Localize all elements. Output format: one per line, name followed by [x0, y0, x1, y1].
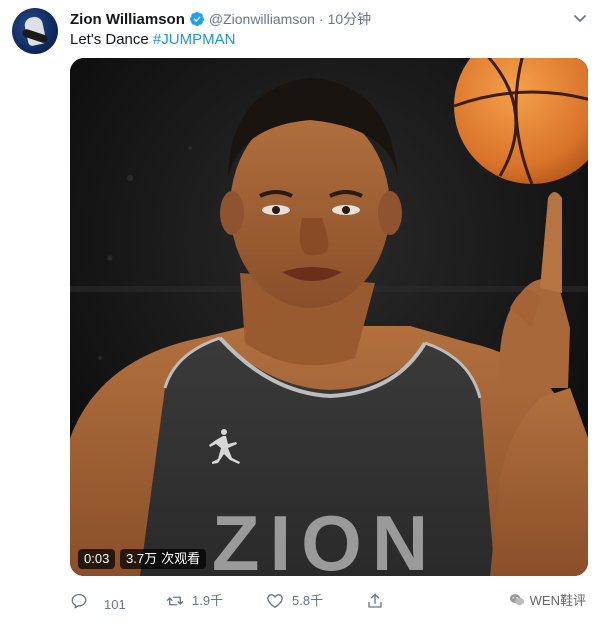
verified-badge-icon	[189, 11, 205, 27]
retweet-button[interactable]: 1.9千	[166, 592, 223, 610]
video-frame: ZION	[70, 58, 588, 576]
chevron-down-icon[interactable]	[572, 10, 588, 26]
header-separator: ·	[318, 11, 324, 27]
reply-count: 101	[104, 597, 126, 612]
video-duration-badge: 0:03	[78, 549, 116, 569]
watermark-text: WEN鞋评	[529, 593, 586, 608]
like-count: 5.8千	[292, 593, 324, 608]
hashtag-link[interactable]: #JUMPMAN	[153, 31, 236, 48]
tweet-timestamp[interactable]: 10分钟	[328, 9, 372, 29]
reply-button[interactable]: 101	[70, 592, 126, 612]
share-icon	[368, 593, 382, 608]
tweet-text: Let's Dance #JUMPMAN	[70, 31, 235, 48]
avatar[interactable]	[12, 8, 58, 54]
video-views-badge: 3.7万 次观看	[120, 549, 207, 569]
jersey-lettering: ZION	[212, 499, 438, 576]
wechat-icon	[509, 593, 524, 605]
retweet-icon	[166, 596, 184, 606]
tweet-header: Zion Williamson @Zionwilliamson · 10分钟	[70, 9, 371, 29]
author-name[interactable]: Zion Williamson	[70, 11, 185, 28]
author-handle[interactable]: @Zionwilliamson	[209, 11, 315, 27]
video-player[interactable]: ZION 0:03 3.7万 次观看	[70, 58, 588, 576]
tweet-card[interactable]: Zion Williamson @Zionwilliamson · 10分钟 L…	[0, 0, 600, 624]
views-label: 次观看	[161, 551, 201, 566]
like-button[interactable]: 5.8千	[266, 592, 323, 610]
reply-icon	[71, 593, 87, 609]
heart-icon	[267, 594, 283, 609]
retweet-count: 1.9千	[192, 593, 224, 608]
views-count: 3.7万	[126, 551, 158, 566]
watermark: WEN鞋评	[508, 590, 586, 609]
tweet-text-body: Let's Dance	[70, 31, 153, 48]
share-button[interactable]	[366, 592, 384, 610]
